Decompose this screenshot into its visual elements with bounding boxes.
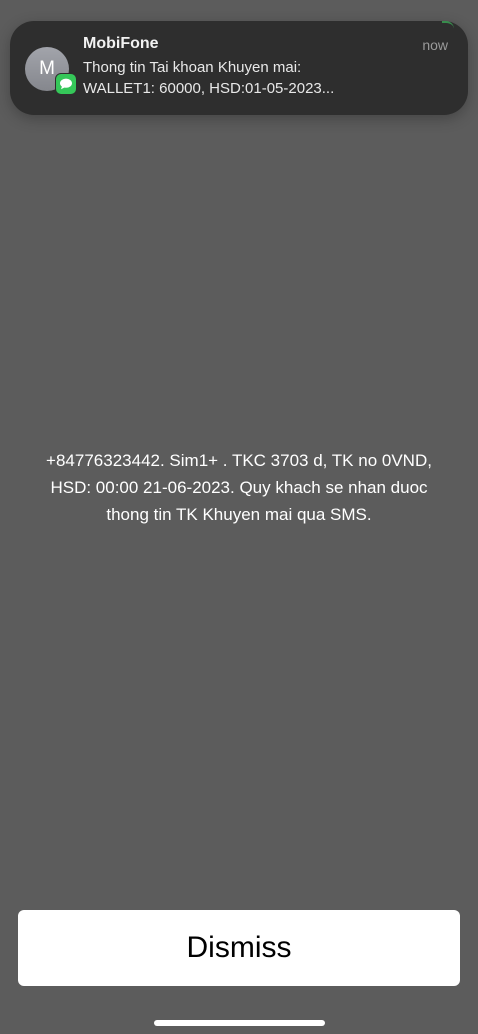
notification-preview-line2: WALLET1: 60000, HSD:01-05-2023... [83, 80, 335, 97]
notification-sender: MobiFone [83, 35, 159, 52]
message-text: +84776323442. Sim1+ . TKC 3703 d, TK no … [20, 447, 458, 528]
dismiss-button[interactable]: Dismiss [18, 910, 460, 986]
notification-preview-line1: Thong tin Tai khoan Khuyen mai: [83, 59, 302, 76]
home-indicator[interactable] [154, 1020, 325, 1026]
notification-banner[interactable]: M MobiFone now Thong tin Tai khoan Khuye… [10, 21, 468, 115]
message-line: thong tin TK Khuyen mai qua SMS. [106, 505, 372, 524]
notification-edge-accent [442, 21, 454, 29]
notification-time: now [422, 37, 448, 53]
message-line: +84776323442. Sim1+ . TKC 3703 d, TK no … [46, 451, 432, 470]
messages-icon [55, 73, 77, 95]
message-line: HSD: 00:00 21-06-2023. Quy khach se nhan… [50, 478, 428, 497]
